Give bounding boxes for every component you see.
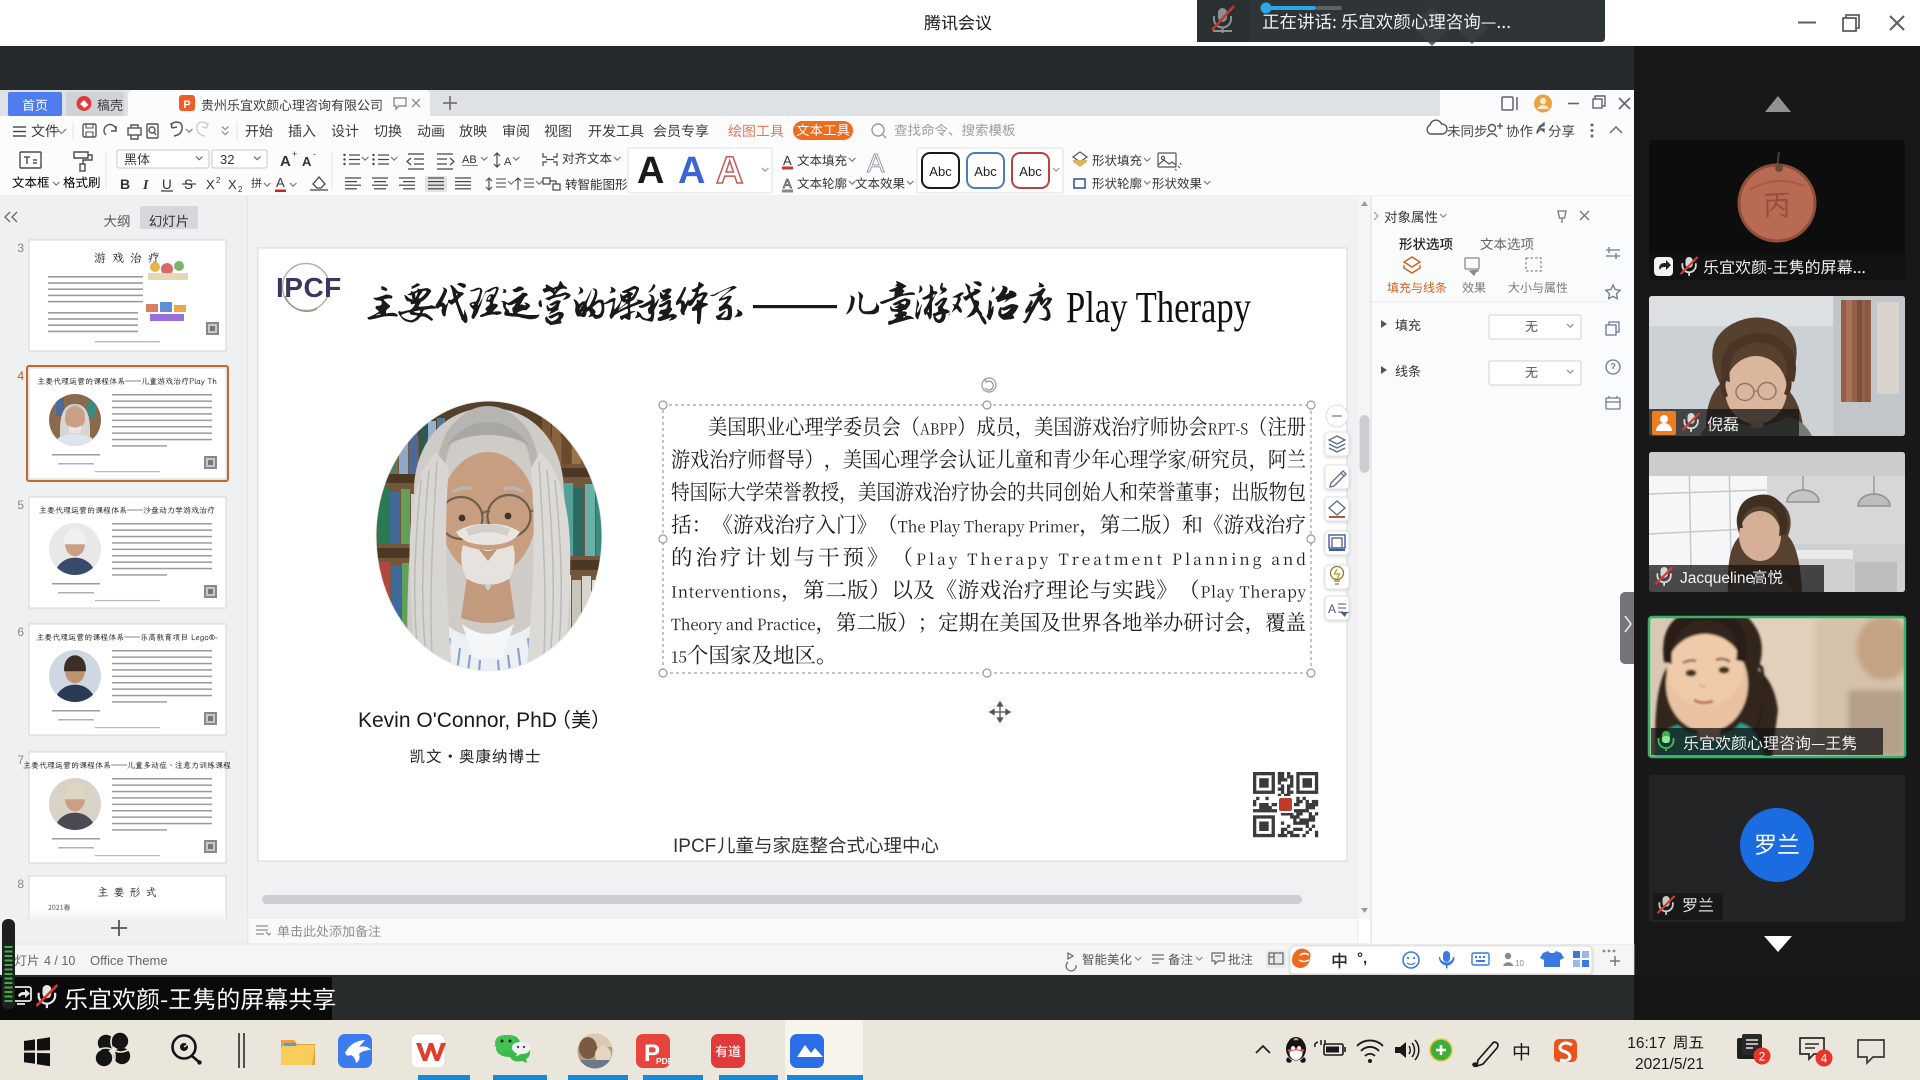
svg-text:6: 6 xyxy=(17,625,24,639)
svg-text:A: A xyxy=(1328,602,1336,616)
svg-text:X: X xyxy=(228,177,237,192)
svg-text:IPCF: IPCF xyxy=(276,272,342,303)
svg-text:P: P xyxy=(183,99,190,111)
svg-text:-: - xyxy=(313,149,316,159)
svg-text:B: B xyxy=(120,176,130,192)
svg-text:A: A xyxy=(302,154,312,169)
svg-text:Kevin O'Connor, PhD: Kevin O'Connor, PhD xyxy=(358,709,557,732)
svg-text:A: A xyxy=(504,156,512,168)
svg-text:A: A xyxy=(280,153,291,170)
svg-text:10: 10 xyxy=(1515,959,1524,968)
svg-text:2021/5/21: 2021/5/21 xyxy=(1635,1056,1704,1073)
svg-text:2: 2 xyxy=(238,185,243,194)
svg-text:°,: °, xyxy=(1357,950,1367,967)
svg-text:5: 5 xyxy=(17,498,24,512)
svg-text:Abc: Abc xyxy=(1019,164,1042,179)
svg-text:A: A xyxy=(783,153,792,168)
svg-text:X: X xyxy=(206,177,215,192)
svg-text:IPCF: IPCF xyxy=(673,836,716,857)
svg-text:AB: AB xyxy=(462,154,477,166)
svg-text:A: A xyxy=(276,175,285,190)
svg-text:4: 4 xyxy=(1821,1052,1828,1066)
svg-text:8: 8 xyxy=(17,877,24,891)
svg-text:Office Theme: Office Theme xyxy=(90,953,168,968)
svg-text:A: A xyxy=(783,176,792,191)
svg-text:32: 32 xyxy=(220,152,234,167)
svg-text:2: 2 xyxy=(216,176,221,185)
svg-text:Abc: Abc xyxy=(974,164,997,179)
svg-text:7: 7 xyxy=(17,753,24,767)
svg-text:4 / 10: 4 / 10 xyxy=(44,954,75,968)
svg-text:3: 3 xyxy=(17,241,24,255)
svg-text:U: U xyxy=(162,177,172,192)
svg-text:PDF: PDF xyxy=(656,1056,673,1066)
svg-text:A: A xyxy=(637,150,664,192)
svg-text:Play Therapy: Play Therapy xyxy=(1066,283,1251,332)
svg-text:2: 2 xyxy=(1759,1050,1766,1064)
svg-text:16:17: 16:17 xyxy=(1627,1035,1666,1052)
svg-text:Abc: Abc xyxy=(929,164,952,179)
svg-text:I: I xyxy=(142,178,149,193)
svg-text:4: 4 xyxy=(17,369,24,383)
svg-text:Jacqueline: Jacqueline xyxy=(1680,570,1754,587)
svg-text:A: A xyxy=(716,150,743,192)
svg-text:A: A xyxy=(867,148,885,178)
svg-text:A: A xyxy=(678,150,705,192)
svg-text:+: + xyxy=(292,149,297,159)
